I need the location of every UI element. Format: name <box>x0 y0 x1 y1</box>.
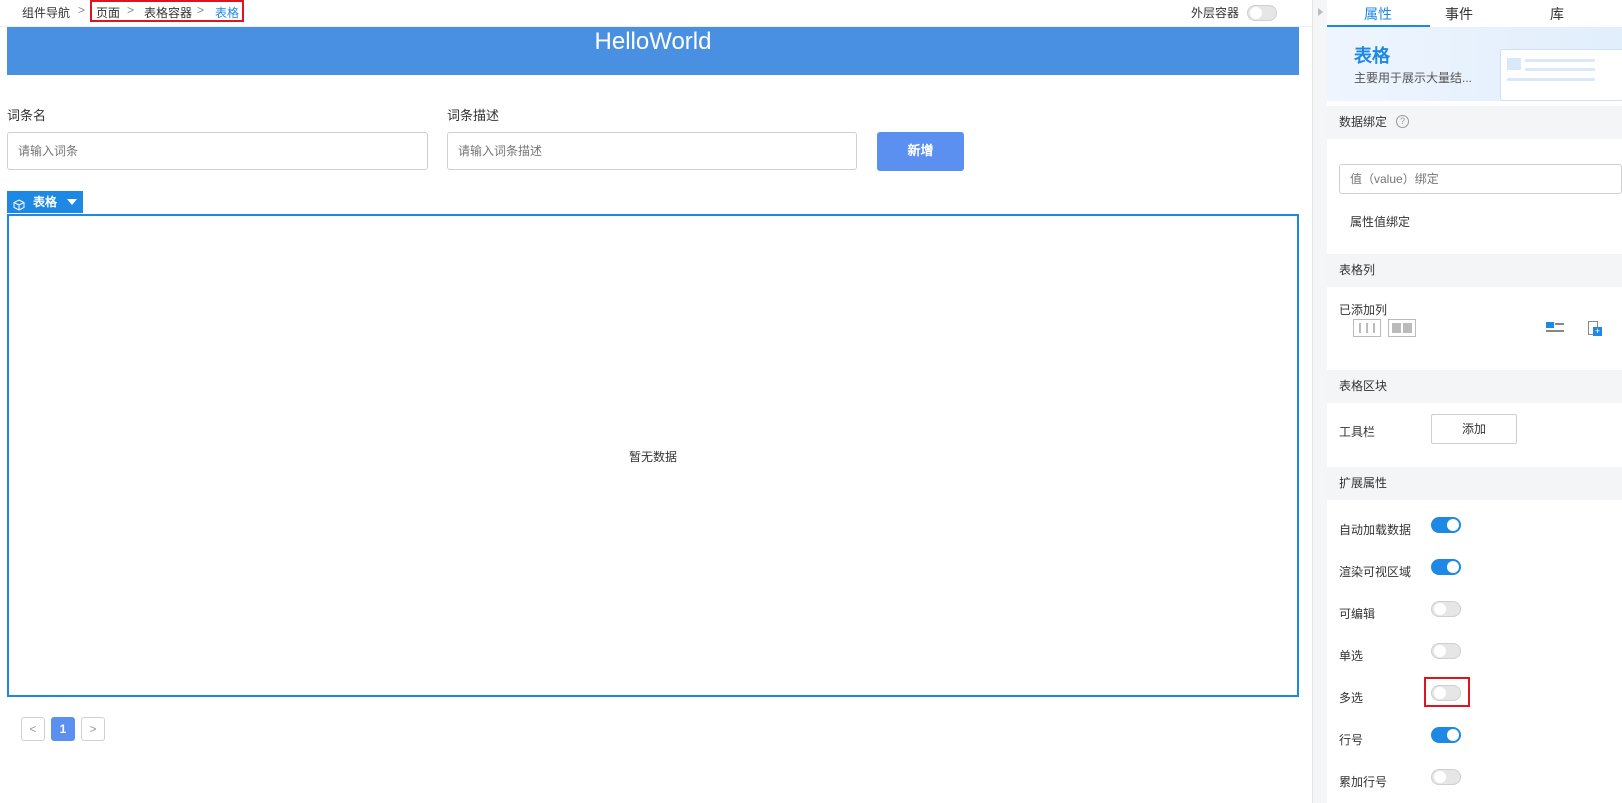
section-data-binding: 数据绑定 ? <box>1327 106 1622 139</box>
section-extended-title: 扩展属性 <box>1339 476 1388 490</box>
table-area[interactable]: 暂无数据 <box>7 214 1299 697</box>
editable-toggle[interactable] <box>1431 601 1461 617</box>
column-layout-narrow-icon[interactable] <box>1353 319 1381 337</box>
render-visible-label: 渲染可视区域 <box>1339 565 1412 579</box>
section-table-columns-title: 表格列 <box>1339 263 1376 277</box>
single-select-label: 单选 <box>1339 649 1364 663</box>
hero-title: 表格 <box>1354 46 1390 66</box>
section-table-block: 表格区块 <box>1327 370 1622 403</box>
column-check-icon[interactable] <box>1546 322 1564 334</box>
help-icon[interactable]: ? <box>1396 115 1409 128</box>
outer-container-toggle[interactable] <box>1247 5 1277 21</box>
section-data-binding-title: 数据绑定 <box>1339 115 1388 129</box>
add-button[interactable]: 新增 <box>877 132 964 171</box>
pagination-next[interactable]: > <box>81 717 105 741</box>
multi-select-label: 多选 <box>1339 691 1364 705</box>
term-desc-label: 词条描述 <box>447 108 500 123</box>
breadcrumb-highlight-box <box>90 0 244 22</box>
hello-banner: HelloWorld <box>7 27 1299 75</box>
outer-container-label: 外层容器 <box>1191 6 1240 20</box>
attr-binding-link[interactable]: 属性值绑定 <box>1350 213 1410 230</box>
toolbar-label: 工具栏 <box>1339 425 1376 439</box>
single-select-toggle[interactable] <box>1431 643 1461 659</box>
auto-load-label: 自动加载数据 <box>1339 523 1412 537</box>
value-binding-input[interactable] <box>1339 164 1622 194</box>
editable-label: 可编辑 <box>1339 607 1376 621</box>
tab-properties[interactable]: 属性 <box>1364 4 1392 24</box>
cumulative-row-number-toggle[interactable] <box>1431 769 1461 785</box>
render-visible-toggle[interactable] <box>1431 559 1461 575</box>
table-illustration-icon <box>1500 49 1622 101</box>
top-bar: 组件导航 > 页面 > 表格容器 > 表格 外层容器 <box>0 0 1312 27</box>
auto-load-toggle[interactable] <box>1431 517 1461 533</box>
banner-text: HelloWorld <box>594 28 712 55</box>
cumulative-row-number-label: 累加行号 <box>1339 775 1388 789</box>
row-number-label: 行号 <box>1339 733 1364 747</box>
section-extended-properties: 扩展属性 <box>1327 467 1622 500</box>
cube-icon <box>13 191 25 213</box>
row-number-toggle[interactable] <box>1431 727 1461 743</box>
pagination-page[interactable]: 1 <box>51 717 75 741</box>
section-table-columns: 表格列 <box>1327 254 1622 287</box>
tab-events[interactable]: 事件 <box>1445 4 1473 24</box>
table-tag-label: 表格 <box>33 195 58 209</box>
add-toolbar-button[interactable]: 添加 <box>1431 414 1517 444</box>
pagination-prev[interactable]: < <box>21 717 45 741</box>
added-columns-label: 已添加列 <box>1339 303 1388 317</box>
term-desc-input[interactable] <box>447 132 857 170</box>
chevron-right-icon: > <box>78 3 86 17</box>
panel-collapse-strip[interactable] <box>1312 0 1327 803</box>
term-name-input[interactable] <box>7 132 428 170</box>
column-layout-wide-icon[interactable] <box>1388 319 1416 337</box>
add-column-icon[interactable]: + <box>1584 319 1602 337</box>
caret-down-icon[interactable] <box>67 191 77 213</box>
tab-library[interactable]: 库 <box>1550 4 1564 24</box>
hero-subtitle: 主要用于展示大量结... <box>1354 71 1473 85</box>
multi-select-highlight-box <box>1424 677 1470 707</box>
component-hero: 表格 主要用于展示大量结... <box>1327 27 1622 101</box>
table-component-tag[interactable]: 表格 <box>7 191 83 213</box>
section-table-block-title: 表格区块 <box>1339 379 1388 393</box>
term-name-label: 词条名 <box>7 108 47 123</box>
breadcrumb-root[interactable]: 组件导航 <box>22 4 70 21</box>
empty-state-text: 暂无数据 <box>628 450 677 464</box>
